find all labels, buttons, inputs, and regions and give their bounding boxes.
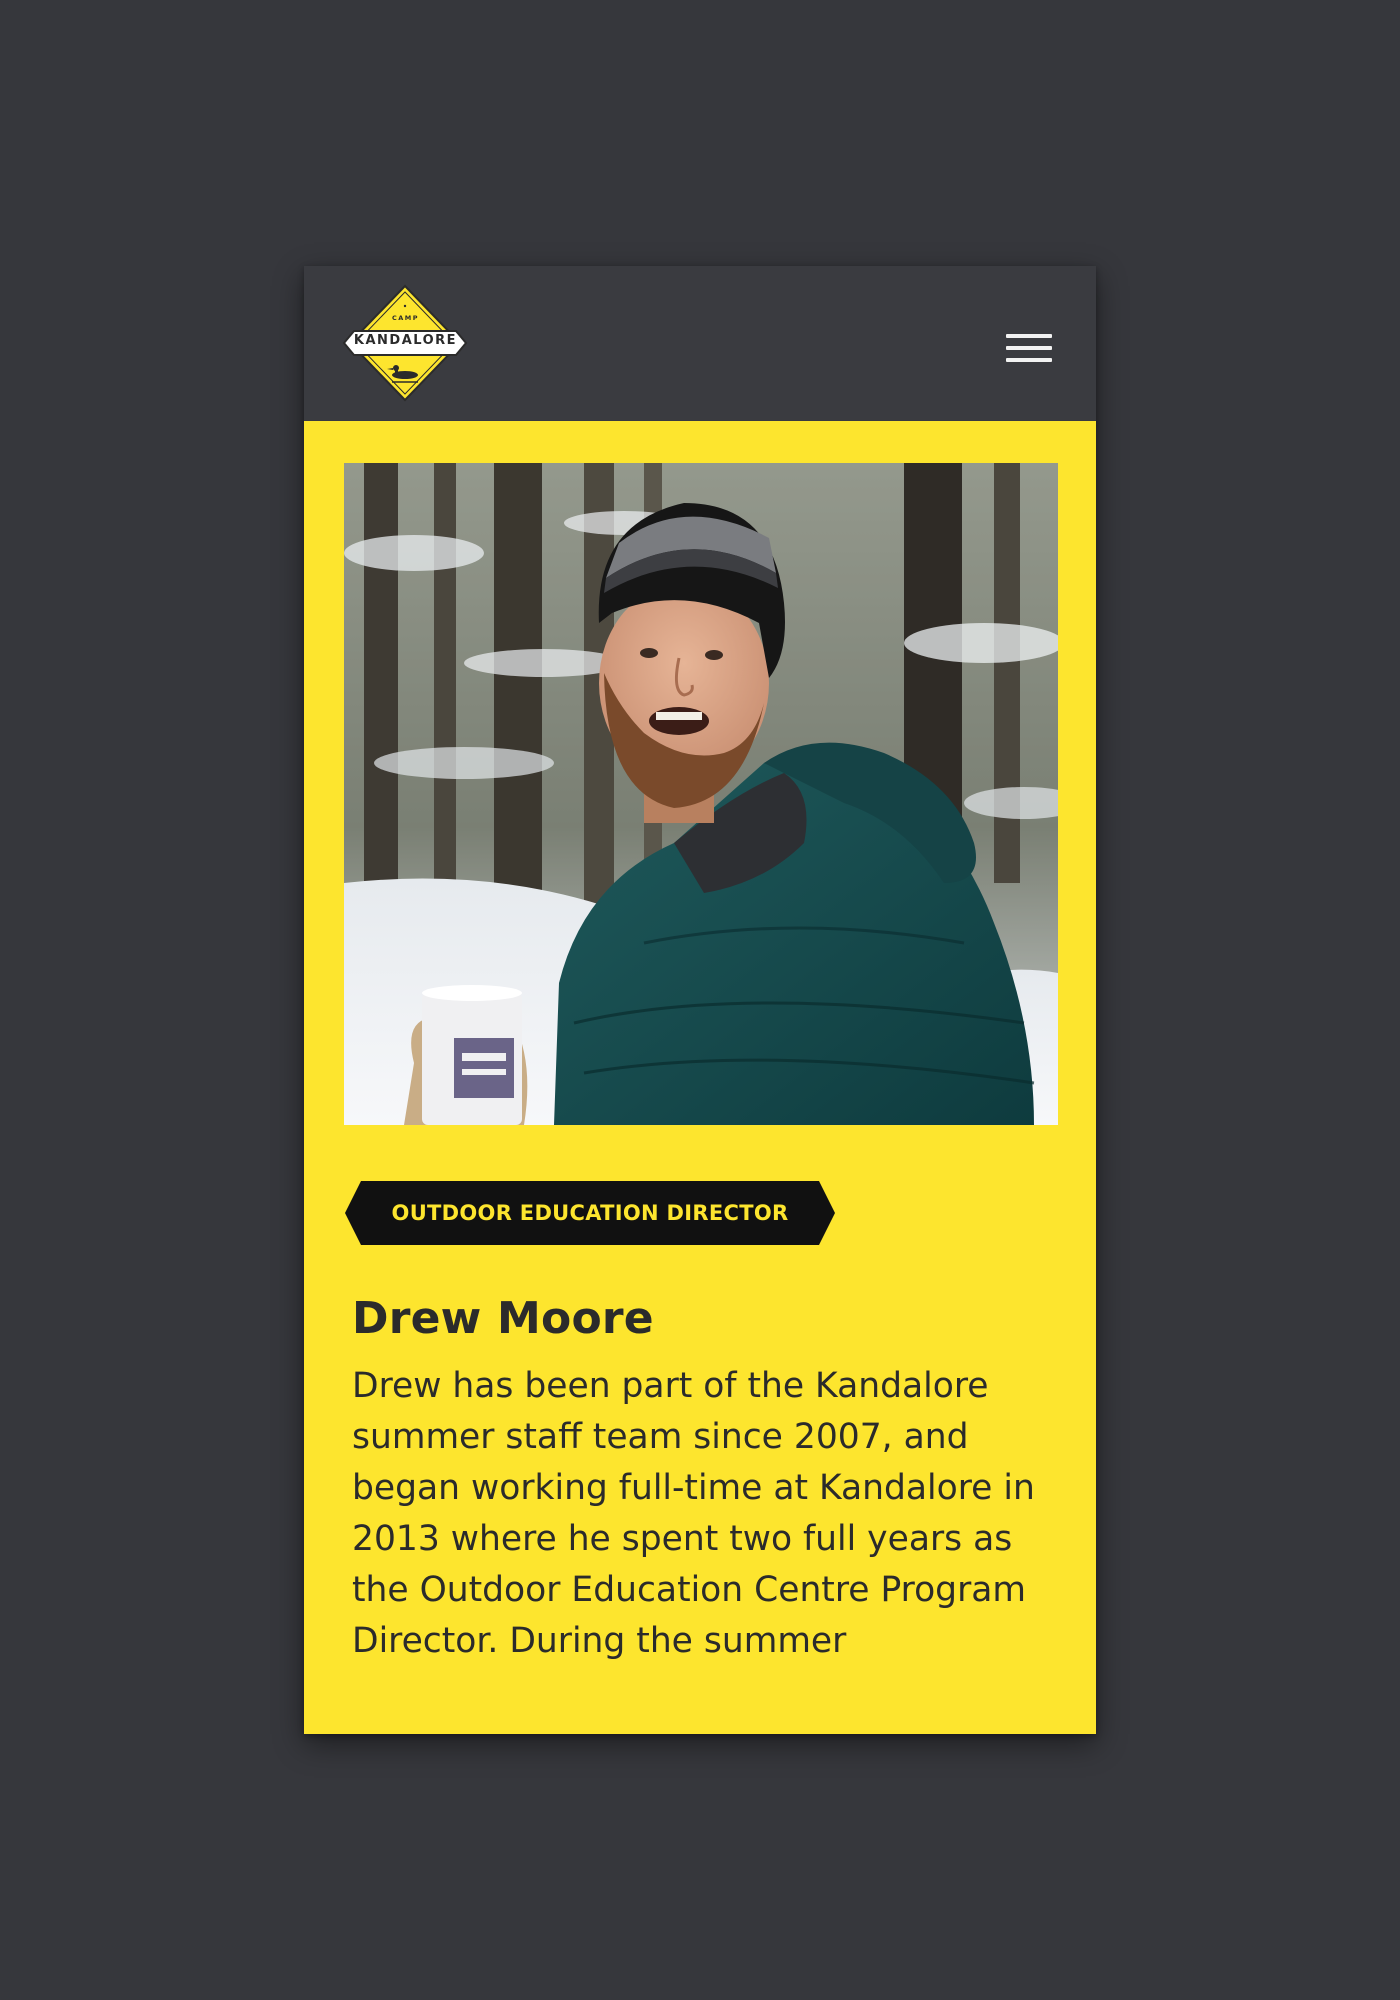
staff-portrait-photo — [344, 463, 1058, 1125]
hamburger-menu-icon[interactable] — [1004, 328, 1054, 368]
camp-kandalore-logo[interactable]: CAMP KANDALORE — [334, 284, 477, 402]
staff-name: Drew Moore — [352, 1293, 654, 1344]
staff-bio: Drew has been part of the Kandalore summ… — [352, 1366, 1035, 1661]
menu-line-bottom — [1006, 358, 1052, 362]
mobile-screen: CAMP KANDALORE OUTDOOR EDUCATION DIRECTO… — [304, 266, 1096, 1734]
staff-profile-card: OUTDOOR EDUCATION DIRECTOR Drew Moore Dr… — [304, 421, 1096, 1734]
role-badge-label: OUTDOOR EDUCATION DIRECTOR — [391, 1201, 789, 1225]
menu-line-top — [1006, 334, 1052, 338]
role-badge: OUTDOOR EDUCATION DIRECTOR — [345, 1181, 835, 1245]
logo-camp-text: CAMP — [391, 314, 420, 322]
top-navigation-bar: CAMP KANDALORE — [304, 266, 1096, 421]
logo-name-text: KANDALORE — [353, 333, 458, 348]
menu-line-middle — [1006, 346, 1052, 350]
